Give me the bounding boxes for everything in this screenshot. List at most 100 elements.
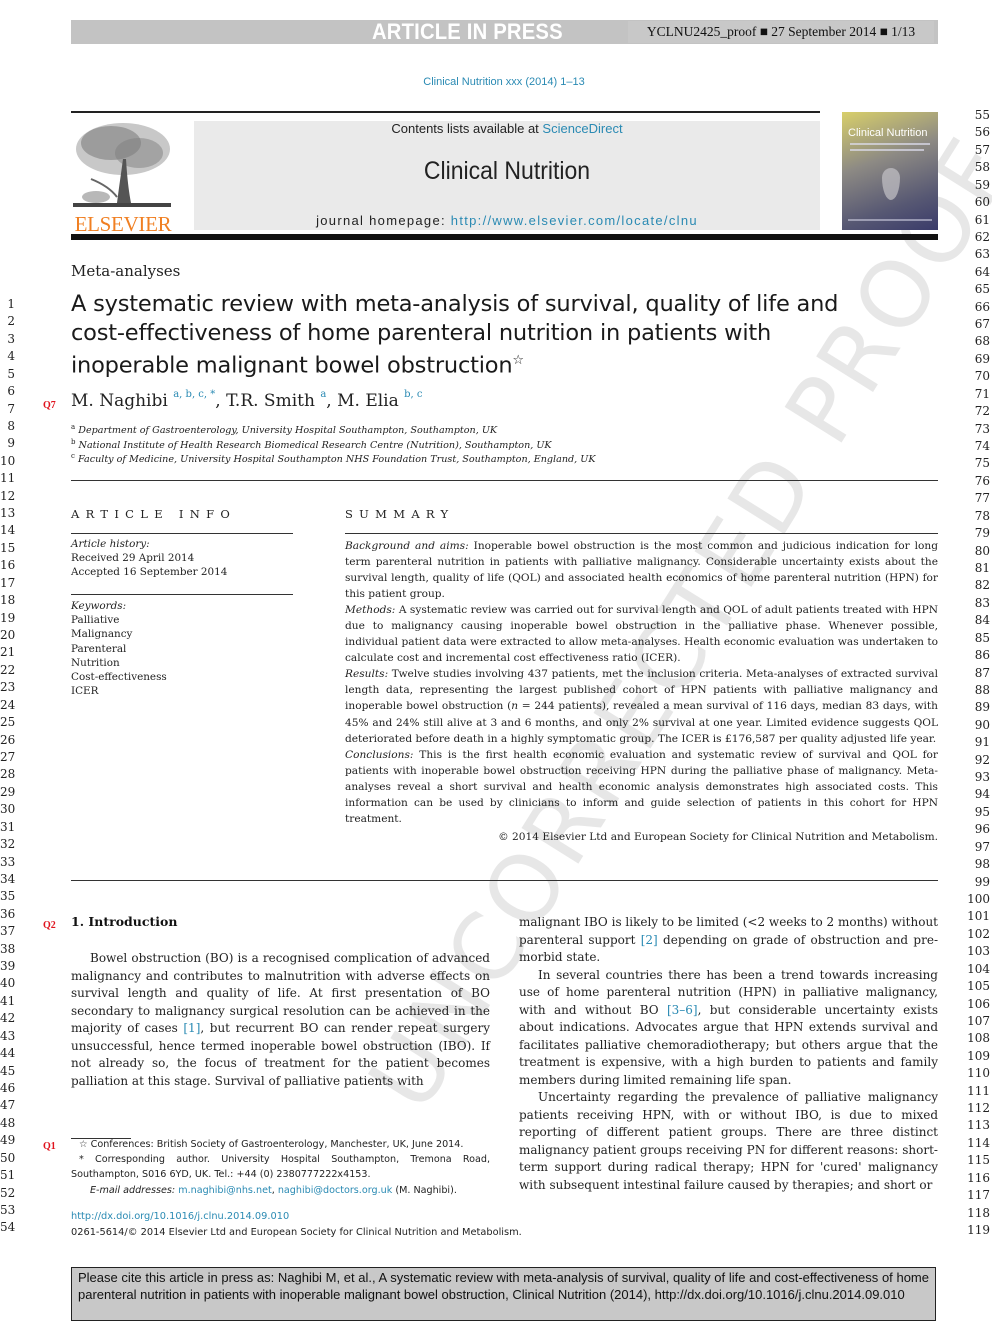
citation-link[interactable]: [1]: [183, 1021, 200, 1035]
line-number: 55: [974, 108, 990, 122]
author-separator: ,: [326, 391, 338, 411]
line-number: 2: [7, 314, 15, 329]
line-number: 85: [974, 630, 990, 645]
keyword: Parenteral: [71, 642, 127, 655]
header-rule: [71, 111, 820, 113]
line-number: 5: [7, 366, 15, 381]
cover-footer-line: [848, 219, 932, 221]
summary-rule: [345, 533, 938, 535]
line-number: 18: [0, 593, 16, 608]
line-number: 20: [0, 628, 16, 643]
line-number: 12: [0, 488, 16, 503]
line-number: 80: [974, 543, 990, 558]
line-number: 43: [0, 1028, 16, 1043]
author-affiliation-link[interactable]: a: [320, 389, 326, 400]
paragraph: Uncertainty regarding the prevalence of …: [519, 1090, 938, 1192]
line-number: 51: [0, 1168, 16, 1183]
tree-icon: [73, 123, 171, 207]
query-mark[interactable]: Q7: [43, 400, 56, 411]
homepage-link[interactable]: http://www.elsevier.com/locate/clnu: [451, 213, 698, 228]
line-number: 52: [0, 1185, 16, 1200]
line-number: 27: [0, 749, 16, 764]
article-section-label: Meta-analyses: [71, 262, 181, 280]
line-number: 89: [974, 700, 990, 715]
line-number: 3: [7, 331, 15, 346]
line-number: 1: [7, 297, 15, 311]
info-rule: [71, 533, 293, 535]
line-number: 72: [974, 404, 990, 419]
line-number: 47: [0, 1098, 16, 1113]
conference-footnote: ☆ Conferences: British Society of Gastro…: [79, 1139, 464, 1150]
star-footnote-icon[interactable]: ☆: [512, 353, 524, 368]
line-number: 90: [974, 717, 990, 732]
line-number: 99: [974, 874, 990, 889]
line-number: 82: [974, 578, 990, 593]
email-link[interactable]: m.naghibi@nhs.net: [178, 1185, 272, 1196]
email-footnote: E-mail addresses: m.naghibi@nhs.net, nag…: [90, 1184, 457, 1196]
line-number: 108: [967, 1031, 990, 1046]
affiliation: a Department of Gastroenterology, Univer…: [71, 423, 497, 436]
line-number: 14: [0, 523, 16, 538]
line-number: 102: [967, 926, 990, 941]
line-number: 97: [974, 839, 990, 854]
citation-box: Please cite this article in press as: Na…: [71, 1267, 936, 1321]
line-number: 112: [967, 1101, 990, 1116]
sciencedirect-link[interactable]: ScienceDirect: [542, 121, 622, 136]
author-name: T.R. Smith: [226, 391, 315, 411]
paragraph: Bowel obstruction (BO) is a recognised c…: [71, 951, 491, 1088]
author-affiliation-link[interactable]: a, b, c, *: [173, 389, 215, 400]
query-mark[interactable]: Q2: [43, 920, 56, 931]
line-number: 48: [0, 1115, 16, 1130]
proof-meta: YCLNU2425_proof ■ 27 September 2014 ■ 1/…: [628, 21, 934, 43]
line-number: 109: [967, 1048, 990, 1063]
line-number: 36: [0, 906, 16, 921]
line-number: 67: [974, 317, 990, 332]
line-number: 30: [0, 802, 16, 817]
line-number: 77: [974, 491, 990, 506]
line-number: 88: [974, 682, 990, 697]
line-number: 16: [0, 558, 16, 573]
line-number: 61: [974, 212, 990, 227]
line-number: 17: [0, 575, 16, 590]
line-number: 70: [974, 369, 990, 384]
abstract-methods: Methods: A systematic review was carried…: [345, 602, 938, 666]
email-label: E-mail addresses:: [90, 1184, 176, 1196]
line-number: 13: [0, 506, 16, 521]
line-number: 96: [974, 822, 990, 837]
line-number: 74: [974, 439, 990, 454]
cover-title: Clinical Nutrition: [848, 127, 928, 139]
affiliation: c Faculty of Medicine, University Hospit…: [71, 452, 596, 465]
line-number: 4: [7, 349, 15, 364]
line-number: 106: [967, 996, 990, 1011]
email-link[interactable]: naghibi@doctors.org.uk: [278, 1185, 392, 1196]
homepage-prefix: journal homepage:: [316, 213, 451, 228]
line-number: 53: [0, 1202, 16, 1217]
line-number: 41: [0, 993, 16, 1008]
line-number: 59: [974, 177, 990, 192]
keyword: Malignancy: [71, 628, 133, 641]
citation-link[interactable]: [2]: [641, 933, 658, 947]
journal-homepage: journal homepage: http://www.elsevier.co…: [194, 213, 820, 228]
line-number: 111: [967, 1083, 990, 1098]
line-number: 100: [967, 891, 990, 906]
paragraph: malignant IBO is likely to be limited (<…: [519, 915, 938, 964]
line-number: 29: [0, 784, 16, 799]
line-number: 98: [974, 857, 990, 872]
line-number: 50: [0, 1150, 16, 1165]
line-number: 116: [967, 1170, 990, 1185]
line-number: 38: [0, 941, 16, 956]
line-number: 83: [974, 595, 990, 610]
citation-link[interactable]: [3–6]: [667, 1003, 698, 1017]
corresponding-author-footnote: * Corresponding author. University Hospi…: [71, 1154, 490, 1181]
doi-link[interactable]: http://dx.doi.org/10.1016/j.clnu.2014.09…: [71, 1211, 289, 1222]
author-affiliation-link[interactable]: b, c: [404, 389, 422, 400]
query-mark[interactable]: Q1: [43, 1141, 56, 1152]
line-number: 86: [974, 648, 990, 663]
author-name: M. Elia: [337, 391, 399, 411]
line-number: 9: [7, 436, 15, 451]
line-number: 113: [967, 1118, 990, 1133]
line-number: 57: [974, 142, 990, 157]
info-rule: [71, 594, 293, 596]
line-number: 115: [967, 1153, 990, 1168]
line-number: 91: [974, 735, 990, 750]
